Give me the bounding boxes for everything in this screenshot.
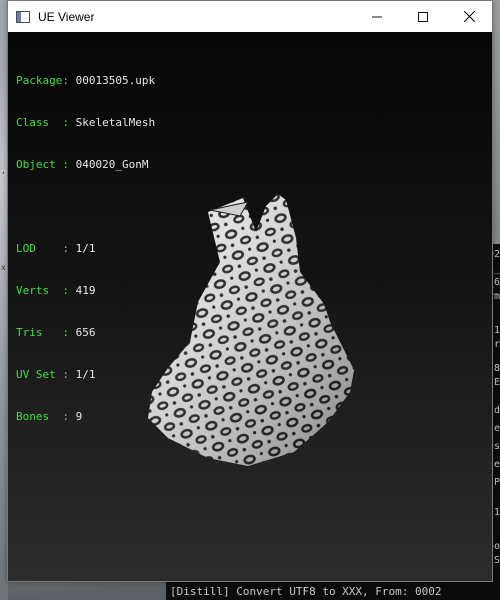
ue-viewer-window[interactable]: UE Viewer Package: 00013505.upk Class : … bbox=[7, 0, 493, 582]
console-bottom-line: [Distill] Convert UTF8 to XXX, From: 000… bbox=[166, 582, 500, 600]
maximize-icon bbox=[418, 11, 428, 22]
info-row-object: Object : 040020_GonM bbox=[16, 158, 155, 172]
info-label: Object : bbox=[16, 158, 76, 171]
info-value: 040020_GonM bbox=[75, 158, 149, 171]
close-button[interactable] bbox=[446, 1, 492, 32]
info-label: Package: bbox=[16, 74, 76, 87]
info-row-class: Class : SkeletalMesh bbox=[16, 116, 155, 130]
skeletal-mesh-render[interactable] bbox=[128, 192, 368, 482]
info-label: Bones : bbox=[16, 410, 76, 423]
info-row-package: Package: 00013505.upk bbox=[16, 74, 155, 88]
info-value: 9 bbox=[75, 410, 83, 423]
info-value: 1/1 bbox=[75, 242, 96, 255]
minimize-icon bbox=[372, 16, 382, 17]
strip-mark: x bbox=[1, 263, 6, 272]
info-label: Class : bbox=[16, 116, 76, 129]
info-label: LOD : bbox=[16, 242, 76, 255]
info-value: 419 bbox=[75, 284, 96, 297]
info-value: 656 bbox=[75, 326, 96, 339]
info-value: 1/1 bbox=[75, 368, 96, 381]
title-bar[interactable]: UE Viewer bbox=[8, 1, 492, 32]
info-label: Tris : bbox=[16, 326, 76, 339]
minimize-button[interactable] bbox=[354, 1, 400, 32]
maximize-button[interactable] bbox=[400, 1, 446, 32]
mesh-shading bbox=[148, 194, 354, 466]
info-value: 00013505.upk bbox=[75, 74, 156, 87]
info-label: Verts : bbox=[16, 284, 76, 297]
window-title: UE Viewer bbox=[38, 9, 95, 24]
close-icon bbox=[463, 11, 475, 22]
strip-mark: , bbox=[1, 166, 6, 175]
info-label: UV Set : bbox=[16, 368, 76, 381]
app-icon[interactable] bbox=[16, 10, 30, 23]
info-value: SkeletalMesh bbox=[75, 116, 156, 129]
3d-viewport[interactable]: Package: 00013505.upk Class : SkeletalMe… bbox=[8, 32, 492, 581]
